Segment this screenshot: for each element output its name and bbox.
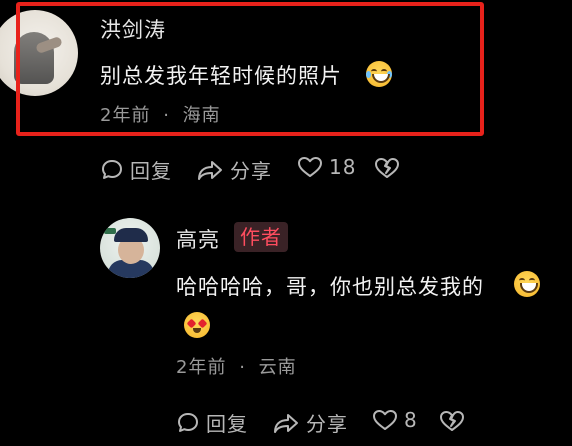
comment-meta: 2年前 · 云南 — [176, 353, 297, 379]
reply-label: 回复 — [130, 159, 172, 183]
dislike-button[interactable] — [439, 409, 465, 433]
comment-location: 云南 — [258, 357, 297, 378]
share-label: 分享 — [306, 412, 348, 436]
username[interactable]: 洪剑涛 — [100, 14, 166, 44]
reply-button[interactable]: 回复 — [100, 155, 172, 184]
avatar[interactable] — [100, 218, 160, 278]
avatar-cap — [114, 228, 148, 242]
like-count: 18 — [329, 155, 357, 179]
heart-icon — [373, 410, 397, 430]
comment-time: 2年前 — [100, 105, 151, 126]
dislike-button[interactable] — [374, 156, 400, 180]
comment-text: 别总发我年轻时候的照片 — [100, 64, 342, 88]
avatar-badge — [104, 228, 116, 234]
share-icon — [274, 413, 298, 433]
share-button[interactable]: 分享 — [272, 408, 348, 437]
like-button[interactable]: 18 — [297, 155, 356, 179]
broken-heart-icon — [375, 158, 399, 178]
reply-icon — [102, 159, 122, 179]
comment-text: 哈哈哈哈，哥，你也别总发我的 — [176, 275, 484, 299]
username[interactable]: 高亮 — [176, 224, 220, 254]
share-icon — [198, 160, 222, 180]
like-count: 8 — [404, 408, 418, 432]
reply-button[interactable]: 回复 — [176, 408, 248, 437]
comment-time: 2年前 — [176, 357, 227, 378]
heart-eyes-emoji — [184, 312, 210, 338]
broken-heart-icon — [440, 411, 464, 431]
share-label: 分享 — [230, 159, 272, 183]
reply-label: 回复 — [206, 412, 248, 436]
author-badge: 作者 — [234, 222, 288, 252]
laugh-cry-emoji — [366, 61, 392, 87]
comment-thread: 洪剑涛 别总发我年轻时候的照片 2年前 · 海南 回复 分享 18 高亮 作者 … — [0, 0, 572, 446]
meta-separator: · — [239, 357, 246, 378]
share-button[interactable]: 分享 — [196, 155, 272, 184]
comment-meta: 2年前 · 海南 — [100, 101, 221, 127]
grin-emoji — [514, 271, 540, 297]
reply-icon — [178, 412, 198, 432]
comment-location: 海南 — [182, 105, 221, 126]
like-button[interactable]: 8 — [372, 408, 418, 432]
heart-icon — [298, 157, 322, 177]
meta-separator: · — [163, 105, 170, 126]
